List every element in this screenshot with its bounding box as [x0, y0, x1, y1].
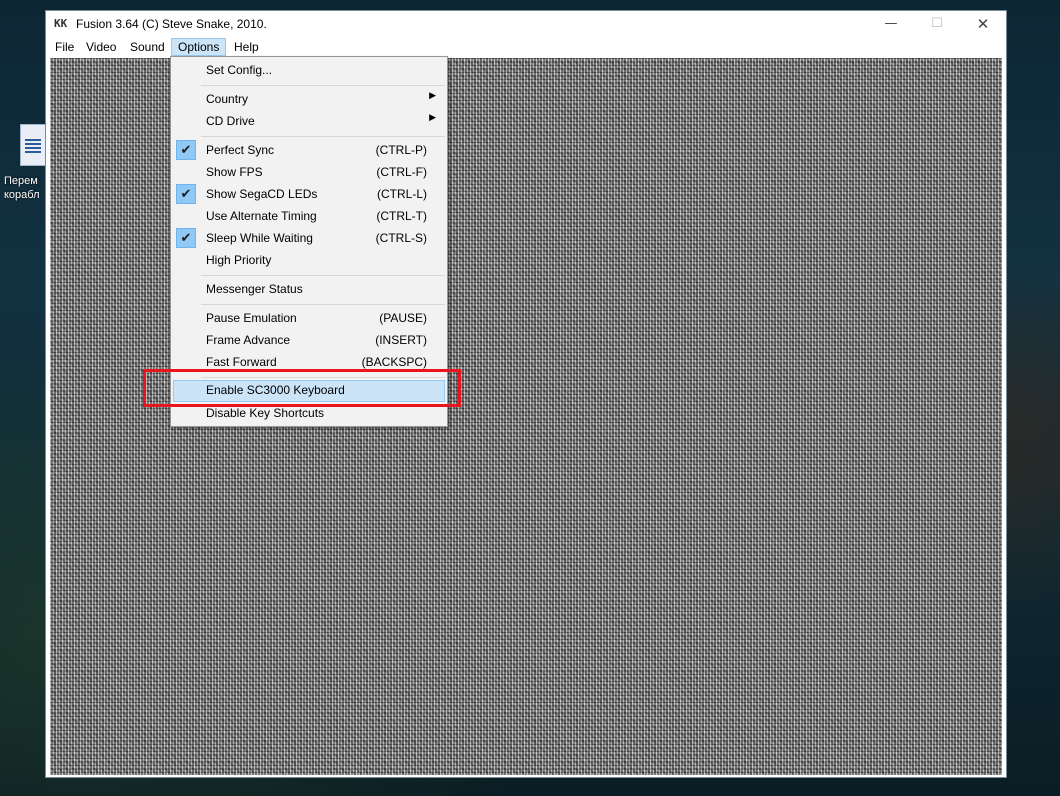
menu-item-pause-emulation[interactable]: Pause Emulation (PAUSE) — [173, 308, 445, 330]
menu-item-show-segacd-leds[interactable]: ✔ Show SegaCD LEDs (CTRL-L) — [173, 184, 445, 206]
menu-item-messenger-status[interactable]: Messenger Status — [173, 279, 445, 301]
minimize-button[interactable]: — — [868, 11, 914, 37]
maximize-button[interactable]: ☐ — [914, 11, 960, 37]
checkmark-icon: ✔ — [176, 228, 196, 248]
desktop-shortcut-label: Перем корабл — [4, 175, 40, 201]
menu-item-high-priority[interactable]: High Priority — [173, 250, 445, 272]
menu-options[interactable]: Options — [171, 38, 227, 56]
close-button[interactable]: ✕ — [960, 11, 1006, 37]
chevron-right-icon: ▶ — [429, 91, 436, 101]
menu-item-sleep-while-waiting[interactable]: ✔ Sleep While Waiting (CTRL-S) — [173, 228, 445, 250]
menu-file[interactable]: File — [48, 38, 81, 56]
chevron-right-icon: ▶ — [429, 113, 436, 123]
checkmark-icon: ✔ — [176, 140, 196, 160]
menu-item-cd-drive[interactable]: CD Drive ▶ — [173, 111, 445, 133]
document-icon — [20, 124, 46, 166]
menu-separator — [201, 85, 445, 86]
menu-separator — [201, 304, 445, 305]
annotation-highlight-box — [143, 369, 461, 407]
menu-item-show-fps[interactable]: Show FPS (CTRL-F) — [173, 162, 445, 184]
menu-separator — [201, 136, 445, 137]
menu-item-country[interactable]: Country ▶ — [173, 89, 445, 111]
menu-item-frame-advance[interactable]: Frame Advance (INSERT) — [173, 330, 445, 352]
app-icon: KK — [54, 17, 68, 30]
menu-item-set-config[interactable]: Set Config... — [173, 60, 445, 82]
menu-bar: File Video Sound Options Help — [46, 37, 1006, 57]
menu-separator — [201, 275, 445, 276]
checkmark-icon: ✔ — [176, 184, 196, 204]
menu-video[interactable]: Video — [79, 38, 123, 56]
menu-item-perfect-sync[interactable]: ✔ Perfect Sync (CTRL-P) — [173, 140, 445, 162]
menu-sound[interactable]: Sound — [123, 38, 172, 56]
menu-help[interactable]: Help — [227, 38, 266, 56]
title-bar[interactable]: KK Fusion 3.64 (C) Steve Snake, 2010. — … — [46, 11, 1006, 37]
menu-item-use-alternate-timing[interactable]: Use Alternate Timing (CTRL-T) — [173, 206, 445, 228]
window-title: Fusion 3.64 (C) Steve Snake, 2010. — [76, 17, 267, 31]
